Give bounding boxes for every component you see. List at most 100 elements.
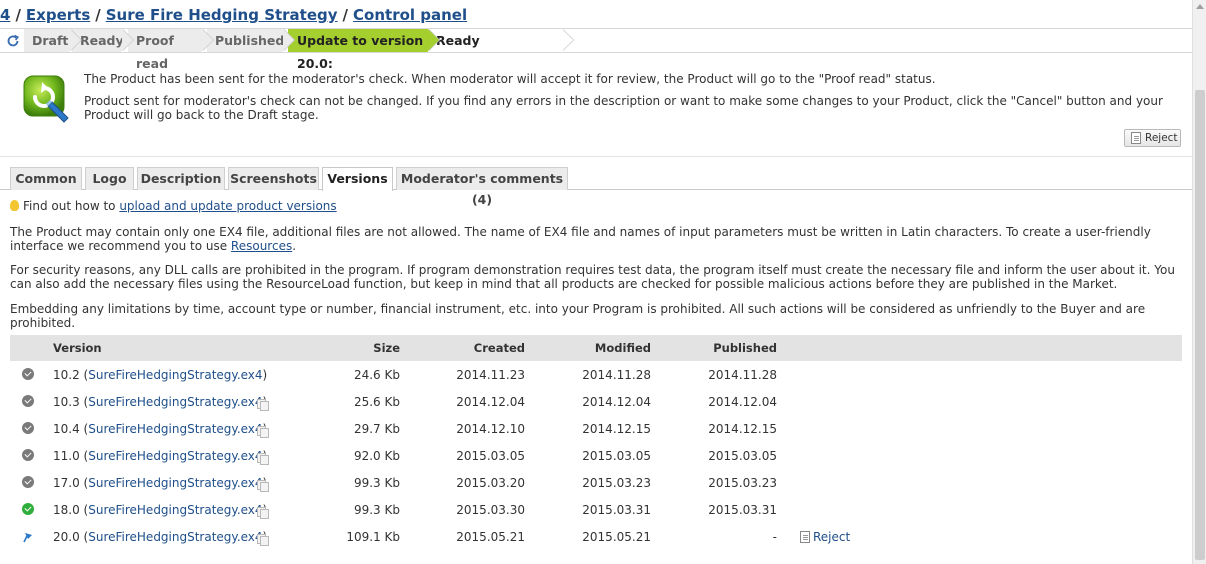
status-step-proof-read: Proof read (128, 29, 214, 71)
modified-cell: 2014.12.04 (582, 394, 651, 409)
status-check-icon (22, 476, 34, 488)
published-cell: 2015.03.05 (708, 448, 777, 463)
version-number: 10.4 (53, 421, 80, 436)
document-icon (1131, 132, 1141, 144)
status-check-icon (22, 449, 34, 461)
tab-versions[interactable]: Versions (322, 167, 393, 191)
upload-versions-link[interactable]: upload and update product versions (119, 199, 336, 213)
published-cell: 2014.12.15 (708, 421, 777, 436)
published-cell: 2015.03.31 (708, 502, 777, 517)
breadcrumb-link-control-panel[interactable]: Control panel (353, 6, 467, 24)
table-header: Version Size Created Modified Published (10, 335, 1182, 361)
copy-icon[interactable] (257, 534, 269, 546)
created-cell: 2014.12.10 (456, 421, 525, 436)
tab-logo[interactable]: Logo (85, 167, 134, 190)
status-step-update: Update to version 20.0: (288, 29, 440, 71)
header-modified: Modified (594, 341, 651, 355)
published-cell: 2015.03.23 (708, 475, 777, 490)
scroll-thumb[interactable] (1195, 90, 1205, 560)
dll-rules-text: For security reasons, any DLL calls are … (10, 263, 1175, 291)
version-file-link[interactable]: SureFireHedgingStrategy.ex4 (88, 476, 262, 490)
version-file-open: ( (79, 394, 89, 409)
ex4-rules-body: The Product may contain only one EX4 fil… (10, 225, 1151, 253)
row-reject-cell: Reject (800, 523, 850, 550)
copy-icon[interactable] (257, 399, 269, 411)
created-cell: 2015.03.30 (456, 502, 525, 517)
status-check-icon (22, 395, 34, 407)
tab-common[interactable]: Common (10, 167, 82, 190)
version-cell: 10.2 (SureFireHedgingStrategy.ex4) (53, 361, 267, 388)
copy-icon[interactable] (257, 507, 269, 519)
tab-screenshots[interactable]: Screenshots (228, 167, 319, 190)
version-file-open: ( (79, 421, 89, 436)
tab-moderator-comments[interactable]: Moderator's comments (4) (396, 167, 568, 207)
size-cell: 99.3 Kb (353, 502, 400, 517)
version-number: 20.0 (53, 529, 80, 544)
row-reject-link[interactable]: Reject (800, 530, 850, 544)
version-file-link[interactable]: SureFireHedgingStrategy.ex4 (88, 449, 262, 463)
version-file-link[interactable]: SureFireHedgingStrategy.ex4 (88, 503, 262, 517)
lightbulb-icon (10, 200, 19, 211)
table-row: 18.0 (SureFireHedgingStrategy.ex4) 99.3 K… (10, 496, 1182, 523)
table-row: 10.2 (SureFireHedgingStrategy.ex4) 24.6 K… (10, 361, 1182, 388)
refresh-icon[interactable] (4, 32, 22, 50)
tab-description[interactable]: Description (137, 167, 225, 190)
created-cell: 2015.03.05 (456, 448, 525, 463)
notice-line-1: The Product has been sent for the modera… (84, 72, 936, 86)
tab-bar: Common Logo Description Screenshots Vers… (0, 166, 1192, 207)
version-cell: 11.0 (SureFireHedgingStrategy.ex4) (53, 442, 267, 469)
version-file-link[interactable]: SureFireHedgingStrategy.ex4 (88, 422, 262, 436)
version-cell: 17.0 (SureFireHedgingStrategy.ex4) (53, 469, 267, 496)
version-cell: 10.3 (SureFireHedgingStrategy.ex4) (53, 388, 267, 415)
breadcrumb-separator: / (15, 6, 21, 24)
resources-link[interactable]: Resources (231, 239, 292, 253)
breadcrumb-link-experts[interactable]: Experts (26, 6, 90, 24)
version-number: 10.2 (53, 367, 80, 382)
created-cell: 2015.05.21 (456, 529, 525, 544)
breadcrumb-link-4[interactable]: 4 (0, 6, 10, 24)
status-ok-icon (22, 503, 34, 515)
table-row: 11.0 (SureFireHedgingStrategy.ex4) 92.0 K… (10, 442, 1182, 469)
status-check-icon (22, 422, 34, 434)
copy-icon[interactable] (257, 426, 269, 438)
scroll-up-arrow[interactable] (1196, 4, 1204, 9)
document-icon (800, 530, 810, 543)
size-cell: 109.1 Kb (346, 529, 400, 544)
size-cell: 29.7 Kb (353, 421, 400, 436)
status-bar: Draft Ready Proof read Published Update … (0, 28, 1192, 71)
version-file-link[interactable]: SureFireHedgingStrategy.ex4 (88, 395, 262, 409)
modified-cell: 2015.03.05 (582, 448, 651, 463)
ex4-rules-text: The Product may contain only one EX4 fil… (10, 225, 1182, 253)
version-file-open: ( (79, 367, 89, 382)
created-cell: 2014.12.04 (456, 394, 525, 409)
reject-button[interactable]: Reject (1124, 129, 1181, 147)
version-cell: 18.0 (SureFireHedgingStrategy.ex4) (53, 496, 267, 523)
version-file-link[interactable]: SureFireHedgingStrategy.ex4 (88, 368, 262, 382)
limitations-text: Embedding any limitations by time, accou… (10, 302, 1146, 330)
row-reject-label: Reject (813, 529, 851, 544)
status-step-draft: Draft (24, 29, 82, 52)
breadcrumb-separator: / (95, 6, 101, 24)
copy-icon[interactable] (257, 453, 269, 465)
version-file-link[interactable]: SureFireHedgingStrategy.ex4 (88, 530, 262, 544)
header-size: Size (373, 341, 400, 355)
hint-prefix: Find out how to (23, 199, 120, 213)
status-check-icon (22, 368, 34, 380)
size-cell: 25.6 Kb (353, 394, 400, 409)
version-cell: 10.4 (SureFireHedgingStrategy.ex4) (53, 415, 267, 442)
hint-line: Find out how to upload and update produc… (10, 199, 337, 213)
table-row: 10.4 (SureFireHedgingStrategy.ex4) 29.7 K… (10, 415, 1182, 442)
size-cell: 99.3 Kb (353, 475, 400, 490)
breadcrumb-separator: / (342, 6, 349, 24)
status-step-published: Published (207, 29, 295, 52)
ex4-rules-end: . (292, 239, 297, 253)
header-created: Created (473, 341, 525, 355)
breadcrumb-link-product[interactable]: Sure Fire Hedging Strategy (106, 6, 338, 24)
version-file-open: ( (79, 448, 89, 463)
modified-cell: 2014.11.28 (582, 367, 651, 382)
version-file-close: ) (262, 367, 268, 382)
upload-product-icon (23, 75, 69, 123)
size-cell: 24.6 Kb (353, 367, 400, 382)
page-scrollbar[interactable] (1192, 0, 1206, 564)
copy-icon[interactable] (257, 480, 269, 492)
